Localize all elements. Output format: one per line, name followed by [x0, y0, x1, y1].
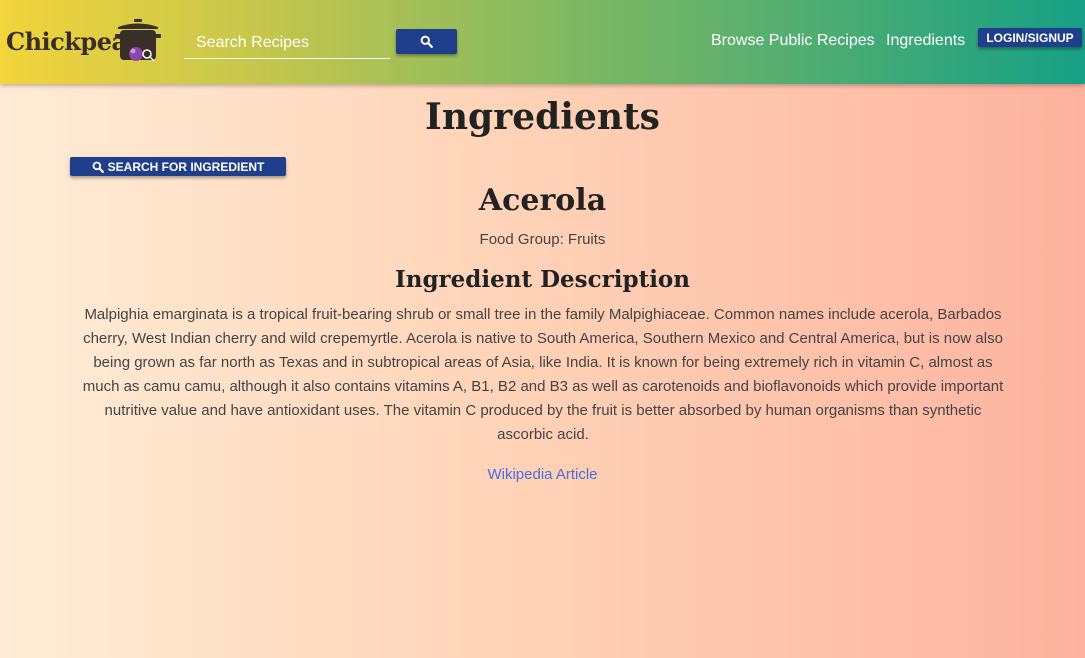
search-icon	[420, 35, 433, 48]
top-navbar: Chickpeas Browse Public Recipes Ingredie…	[0, 0, 1085, 84]
logo[interactable]: Chickpeas	[6, 18, 166, 66]
ingredient-name: Acerola	[478, 183, 607, 218]
search-icon	[92, 161, 104, 173]
login-signup-button[interactable]: LOGIN/SIGNUP	[978, 28, 1082, 47]
wikipedia-article-link[interactable]: Wikipedia Article	[0, 466, 1085, 483]
search-ingredient-label: SEARCH FOR INGREDIENT	[107, 159, 265, 174]
search-ingredient-button[interactable]: SEARCH FOR INGREDIENT	[70, 157, 286, 176]
recipe-search-button[interactable]	[396, 29, 457, 54]
nav-ingredients[interactable]: Ingredients	[886, 32, 965, 50]
recipe-search-input[interactable]	[184, 27, 390, 59]
description-heading: Ingredient Description	[394, 266, 690, 293]
cooking-pot-icon	[115, 19, 161, 62]
food-group: Food Group: Fruits	[479, 231, 606, 248]
nav-browse-public-recipes[interactable]: Browse Public Recipes	[711, 32, 875, 50]
page-title: Ingredients	[425, 96, 660, 138]
ingredient-description: Malpighia emarginata is a tropical fruit…	[82, 306, 1004, 443]
